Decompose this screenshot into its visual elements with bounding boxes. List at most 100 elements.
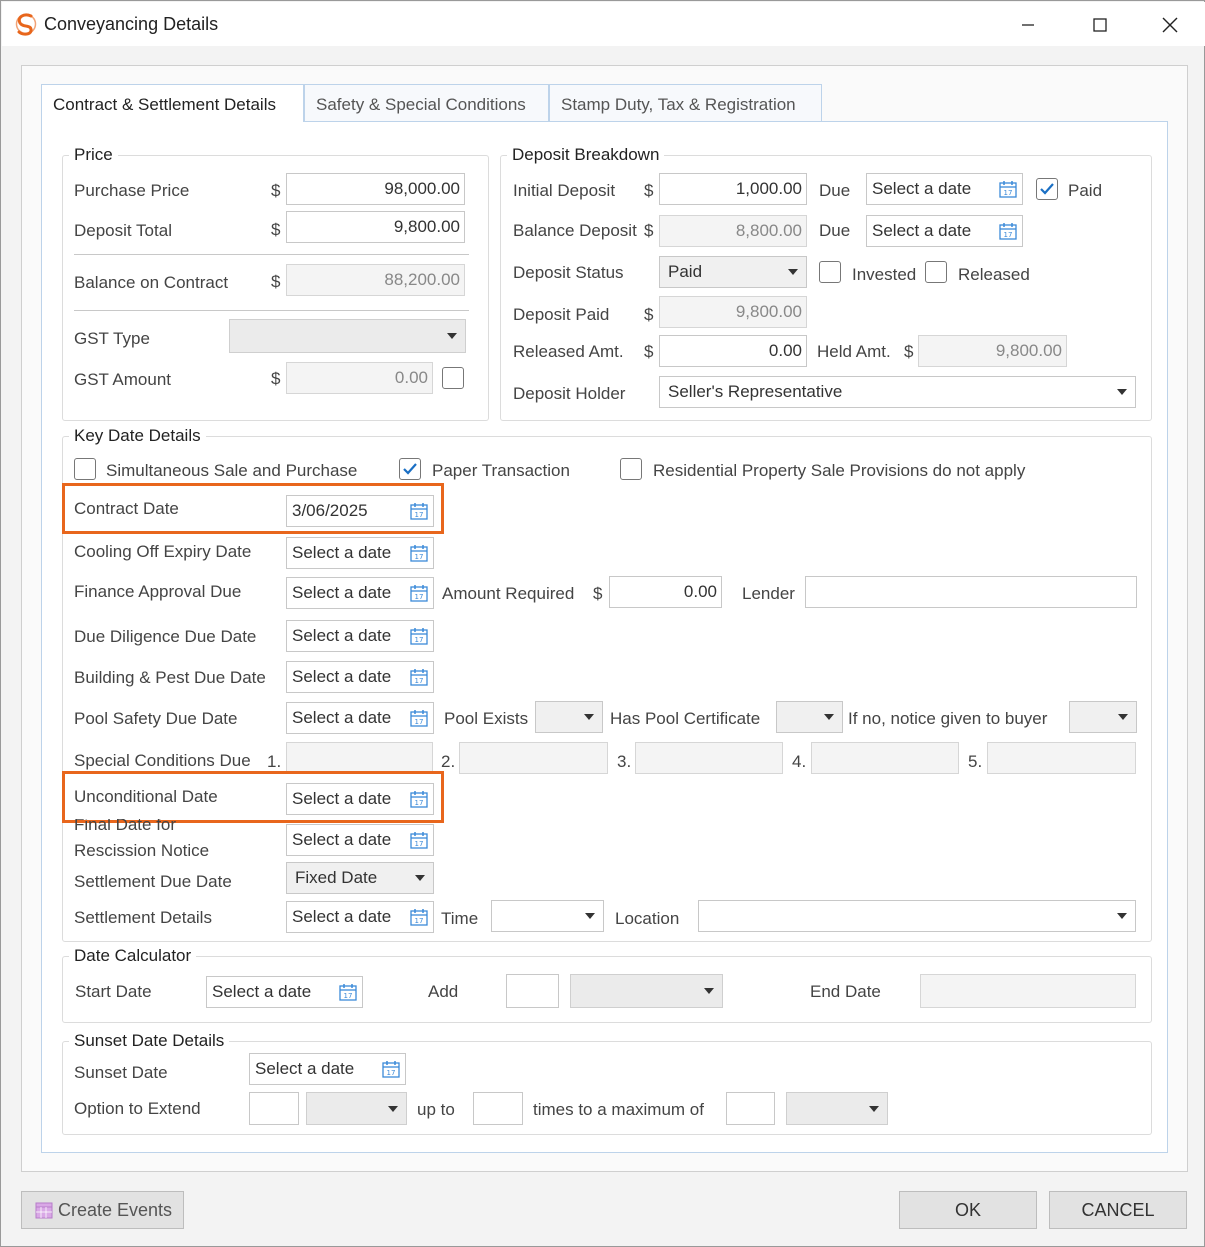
amount-required-input[interactable]: 0.00	[609, 576, 722, 608]
special-condition-2-field[interactable]	[459, 742, 608, 774]
simultaneous-checkbox[interactable]	[74, 458, 96, 480]
calendar-icon[interactable]: 17	[999, 180, 1017, 198]
special-condition-1-field[interactable]	[286, 742, 433, 774]
sunset-date-picker[interactable]: Select a date 17	[249, 1053, 406, 1085]
close-icon	[1162, 17, 1178, 33]
pool-safety-label: Pool Safety Due Date	[74, 709, 238, 728]
initial-deposit-input[interactable]: 1,000.00	[659, 173, 807, 205]
calendar-icon[interactable]: 17	[410, 627, 428, 645]
balance-due-datepicker[interactable]: Select a date 17	[866, 215, 1023, 247]
pool-certificate-dropdown[interactable]	[776, 701, 843, 733]
rescission-label-text-1: Final Date for	[74, 819, 177, 832]
calendar-icon[interactable]: 17	[999, 222, 1017, 240]
lender-input[interactable]	[805, 576, 1137, 608]
chevron-down-icon	[415, 875, 425, 881]
date-placeholder: Select a date	[255, 1059, 355, 1078]
add-unit-dropdown[interactable]	[570, 974, 723, 1008]
close-button[interactable]	[1150, 10, 1190, 40]
maximum-input[interactable]	[726, 1092, 775, 1125]
settlement-due-value: Fixed Date	[295, 868, 378, 887]
pool-safety-datepicker[interactable]: Select a date 17	[286, 702, 434, 734]
due-label: Due	[819, 181, 851, 200]
released-checkbox[interactable]	[925, 261, 947, 283]
building-pest-datepicker[interactable]: Select a date 17	[286, 661, 434, 693]
chevron-down-icon	[1117, 913, 1127, 919]
paid-checkbox[interactable]	[1036, 178, 1058, 200]
date-placeholder: Select a date	[292, 626, 392, 645]
date-placeholder: Select a date	[872, 221, 972, 240]
initial-due-datepicker[interactable]: Select a date 17	[866, 173, 1023, 205]
start-date-picker[interactable]: Select a date 17	[206, 976, 363, 1008]
extend-unit-dropdown[interactable]	[306, 1092, 407, 1125]
currency-symbol: $	[644, 181, 654, 200]
calendar-icon[interactable]: 17	[382, 1060, 400, 1078]
date-calculator-title: Date Calculator	[69, 946, 197, 966]
tab-contract-settlement[interactable]: Contract & Settlement Details	[41, 84, 304, 122]
calendar-icon[interactable]: 17	[410, 831, 428, 849]
gst-checkbox[interactable]	[442, 367, 464, 389]
contract-date-highlight	[62, 483, 444, 534]
calendar-icon[interactable]: 17	[410, 668, 428, 686]
finance-approval-datepicker[interactable]: Select a date 17	[286, 577, 434, 609]
initial-deposit-label: Initial Deposit	[513, 181, 616, 200]
currency-symbol: $	[271, 181, 281, 200]
special-condition-3-field[interactable]	[635, 742, 783, 774]
deposit-holder-dropdown[interactable]: Seller's Representative	[659, 376, 1136, 408]
sunset-group	[62, 1041, 1152, 1135]
invested-checkbox[interactable]	[819, 261, 841, 283]
chevron-down-icon	[788, 269, 798, 275]
calendar-icon[interactable]: 17	[410, 709, 428, 727]
time-dropdown[interactable]	[491, 900, 604, 932]
svg-text:17: 17	[415, 840, 424, 848]
released-amt-input[interactable]: 0.00	[659, 335, 807, 367]
gst-type-dropdown[interactable]	[229, 319, 466, 353]
chevron-down-icon	[869, 1105, 879, 1112]
title-bar: Conveyancing Details	[2, 2, 1205, 46]
currency-symbol: $	[271, 272, 281, 291]
special-condition-4-field[interactable]	[811, 742, 959, 774]
date-placeholder: Select a date	[292, 708, 392, 727]
create-events-button[interactable]: Create Events	[21, 1191, 184, 1229]
ok-button[interactable]: OK	[899, 1191, 1037, 1229]
svg-text:17: 17	[344, 992, 353, 1000]
price-title: Price	[69, 145, 118, 165]
tab-safety-special[interactable]: Safety & Special Conditions	[304, 84, 549, 121]
settlement-due-dropdown[interactable]: Fixed Date	[286, 862, 434, 894]
minimize-button[interactable]	[1008, 10, 1048, 40]
svg-text:17: 17	[415, 718, 424, 726]
settlement-details-datepicker[interactable]: Select a date 17	[286, 901, 434, 933]
dialog-window: Conveyancing Details Contract & Settleme…	[0, 0, 1205, 1247]
svg-text:17: 17	[1004, 189, 1013, 197]
purchase-price-input[interactable]: 98,000.00	[286, 173, 465, 205]
maximum-unit-dropdown[interactable]	[786, 1092, 888, 1125]
maximize-button[interactable]	[1080, 10, 1120, 40]
residential-provisions-checkbox[interactable]	[620, 458, 642, 480]
calendar-icon[interactable]: 17	[339, 983, 357, 1001]
cooling-off-datepicker[interactable]: Select a date 17	[286, 537, 434, 569]
svg-text:17: 17	[1004, 231, 1013, 239]
deposit-status-dropdown[interactable]: Paid	[659, 256, 807, 288]
paper-transaction-checkbox[interactable]	[399, 458, 421, 480]
pool-notice-dropdown[interactable]	[1069, 701, 1137, 733]
calendar-icon[interactable]: 17	[410, 544, 428, 562]
rescission-datepicker[interactable]: Select a date 17	[286, 824, 434, 856]
invested-label: Invested	[852, 265, 917, 284]
rescission-label-line-2: Rescission Notice	[74, 841, 210, 860]
special-condition-5-field[interactable]	[987, 742, 1136, 774]
deposit-total-input[interactable]: 9,800.00	[286, 211, 465, 243]
calendar-icon[interactable]: 17	[410, 908, 428, 926]
calendar-icon[interactable]: 17	[410, 584, 428, 602]
chevron-down-icon	[1117, 389, 1127, 395]
balance-on-contract-label: Balance on Contract	[74, 273, 229, 292]
special-num-3: 3.	[617, 752, 632, 771]
up-to-input[interactable]	[473, 1092, 523, 1125]
pool-exists-dropdown[interactable]	[535, 701, 603, 733]
add-amount-input[interactable]	[506, 974, 559, 1008]
tab-stamp-duty[interactable]: Stamp Duty, Tax & Registration	[549, 84, 822, 121]
location-dropdown[interactable]	[698, 900, 1136, 932]
date-placeholder: Select a date	[292, 543, 392, 562]
extend-count-input[interactable]	[249, 1092, 299, 1125]
lender-label: Lender	[742, 584, 795, 603]
cancel-button[interactable]: CANCEL	[1049, 1191, 1187, 1229]
due-diligence-datepicker[interactable]: Select a date 17	[286, 620, 434, 652]
